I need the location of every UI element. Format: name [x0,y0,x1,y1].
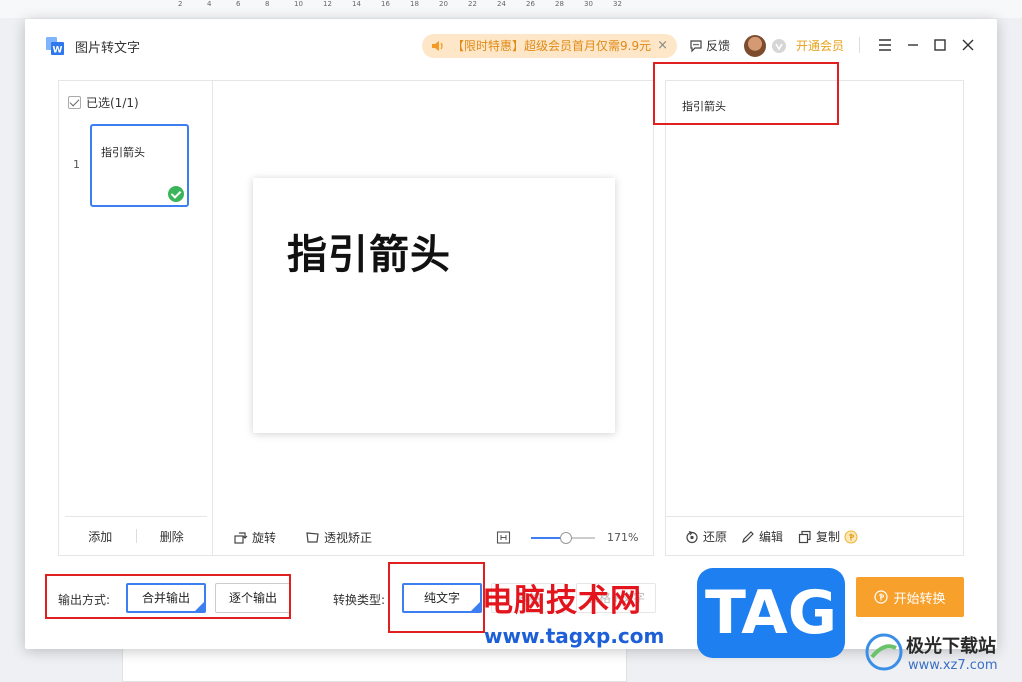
delete-button[interactable]: 删除 [137,528,208,545]
ruler-number: 28 [555,0,564,8]
ruler-number: 10 [294,0,303,8]
ruler-number: 18 [410,0,419,8]
add-button[interactable]: 添加 [65,528,136,545]
app-logo-icon: W [46,37,64,56]
ruler-number: 16 [381,0,390,8]
edit-label: 编辑 [759,530,784,544]
copy-icon [798,530,811,543]
zoom-level: 171% [607,531,639,544]
start-convert-button[interactable]: 开始转换 [856,577,964,617]
rotate-icon [234,532,248,544]
ruler-number: 20 [439,0,448,8]
fit-size-icon[interactable] [496,530,511,545]
watermark-tag-logo: TAG [697,568,845,658]
promo-banner[interactable]: 【限时特惠】超级会员首月仅需9.9元 × [422,34,677,58]
ruler-number: 14 [352,0,361,8]
annotation-box-output-mode [45,574,291,619]
ruler-number: 22 [468,0,477,8]
restore-label: 还原 [703,530,728,544]
copy-button[interactable]: 复制 [798,528,858,545]
thumbnail-text: 指引箭头 [101,146,145,159]
perspective-icon [306,532,319,543]
result-panel: 指引箭头 还原 编辑 复制 [665,80,964,556]
background-ruler: 2 4 6 8 10 12 14 16 18 20 22 24 26 28 30 32 [0,0,1022,18]
coin-icon [844,530,858,543]
vip-badge-icon [772,39,786,53]
user-avatar[interactable] [744,35,766,57]
maximize-icon[interactable] [930,35,950,55]
feedback-button[interactable]: 反馈 [689,37,730,54]
rotate-button[interactable]: 旋转 [233,529,276,546]
preview-image-text: 指引箭头 [287,231,451,278]
watermark-jiguang-title: 极光下载站 [906,636,996,657]
select-all-label: 已选(1/1) [86,96,139,110]
feedback-label: 反馈 [706,39,731,53]
window-controls-divider [859,37,860,53]
restore-button[interactable]: 还原 [685,528,727,545]
zoom-slider-handle[interactable] [560,532,573,544]
watermark-url: www.tagxp.com [484,624,665,648]
titlebar: W 图片转文字 【限时特惠】超级会员首月仅需9.9元 × 反馈 开通会员 [25,19,997,71]
thumbnail-item[interactable]: 指引箭头 [90,124,189,207]
zoom-slider[interactable] [531,532,595,544]
ruler-number: 24 [497,0,506,8]
ruler-number: 32 [613,0,622,8]
ruler-number: 8 [265,0,270,8]
minimize-icon[interactable] [903,35,923,55]
thumbnail-index: 1 [73,158,80,171]
menu-icon[interactable] [875,35,895,55]
select-all-checkbox[interactable]: 已选(1/1) [68,94,139,111]
ruler-number: 26 [526,0,535,8]
copy-label: 复制 [816,530,841,544]
perspective-correct-button[interactable]: 透视矫正 [305,529,372,546]
restore-icon [686,530,698,543]
ruler-number: 12 [323,0,332,8]
annotation-box-convert-type [388,562,485,633]
promo-text: 【限时特惠】超级会员首月仅需9.9元 [452,39,652,53]
thumbnail-list: 已选(1/1) 1 指引箭头 添加 删除 [59,81,213,555]
watermark-jiguang-url: www.xz7.com [908,658,998,673]
ruler-number: 4 [207,0,212,8]
preview-area: 指引箭头 旋转 透视矫正 171% [214,81,654,555]
pencil-icon [742,530,754,543]
image-to-text-dialog: W 图片转文字 【限时特惠】超级会员首月仅需9.9元 × 反馈 开通会员 已选(… [25,19,997,649]
annotation-box-result [653,62,839,125]
chat-bubble-icon [690,39,702,52]
open-vip-link[interactable]: 开通会员 [796,37,844,54]
close-icon[interactable] [958,35,978,55]
ruler-number: 30 [584,0,593,8]
thumbnail-footer: 添加 删除 [65,516,207,555]
rotate-label: 旋转 [252,531,277,545]
aurora-logo-icon [865,633,903,671]
app-title: 图片转文字 [75,41,141,56]
convert-type-label: 转换类型: [333,593,386,607]
svg-text:W: W [53,46,63,56]
watermark-jiguang: 极光下载站 www.xz7.com [860,628,1022,682]
source-panel: 已选(1/1) 1 指引箭头 添加 删除 指引箭头 旋转 透视矫正 171% [58,80,654,556]
perspective-label: 透视矫正 [324,531,373,545]
coin-icon [874,590,889,604]
result-toolbar: 还原 编辑 复制 [666,516,963,555]
ruler-number: 6 [236,0,241,8]
promo-close-icon[interactable]: × [657,34,668,58]
ruler-number: 2 [178,0,183,8]
speaker-icon [432,41,443,51]
preview-toolbar: 旋转 透视矫正 171% [214,521,654,551]
check-circle-icon [168,186,184,202]
checkbox-checked-icon [68,96,81,109]
edit-button[interactable]: 编辑 [741,528,783,545]
start-convert-label: 开始转换 [893,591,946,607]
watermark-site-name: 电脑技术网 [482,583,642,619]
preview-image: 指引箭头 [253,178,615,433]
